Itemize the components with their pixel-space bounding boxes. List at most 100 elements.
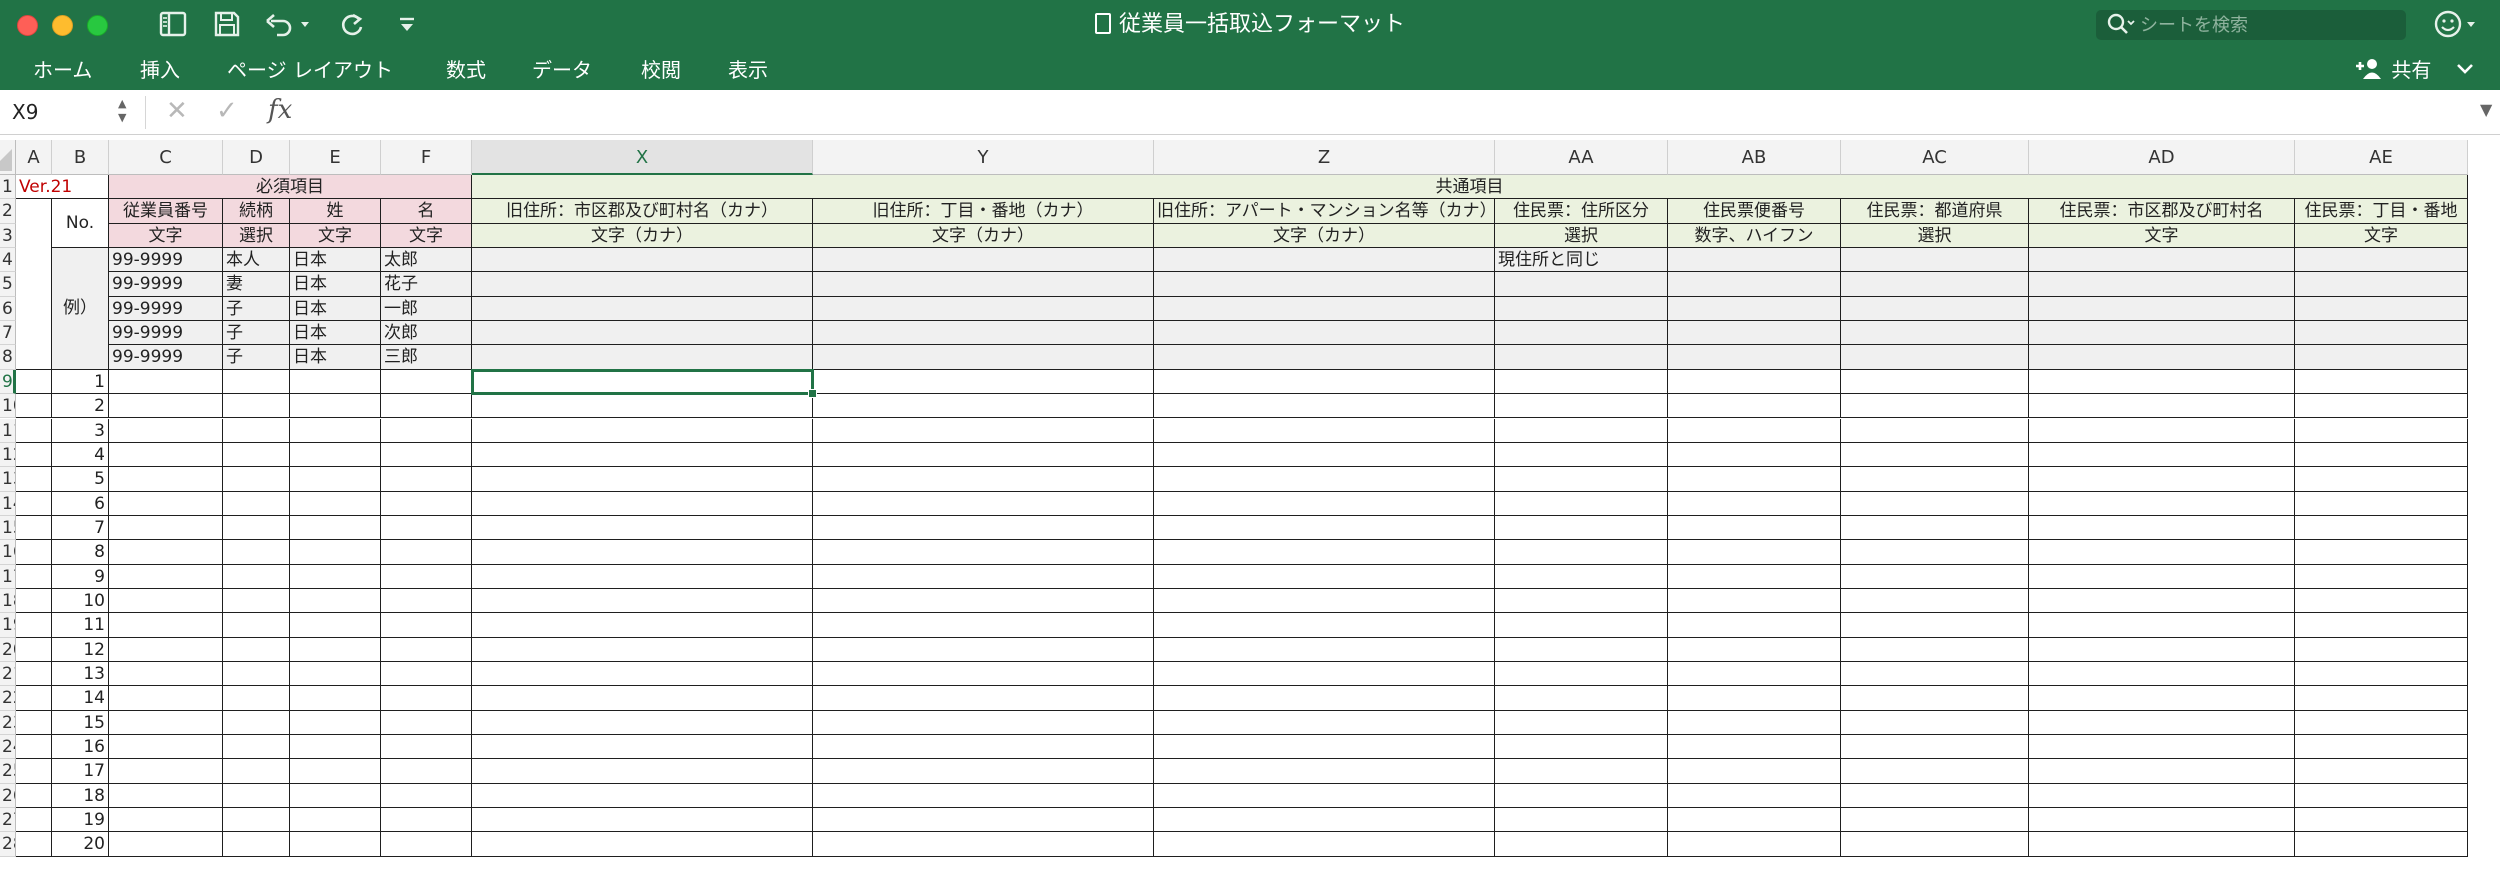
entry-cell[interactable]: [813, 418, 1154, 443]
entry-cell[interactable]: [1668, 783, 1841, 809]
entry-cell[interactable]: [109, 418, 223, 443]
version-label[interactable]: Ver.21: [16, 175, 109, 200]
example-cell[interactable]: [1841, 321, 2029, 346]
entry-cell[interactable]: [472, 540, 813, 565]
entry-cell[interactable]: [1668, 735, 1841, 760]
entry-cell[interactable]: [290, 735, 381, 760]
entry-cell[interactable]: [223, 491, 290, 516]
entry-cell[interactable]: [813, 759, 1154, 784]
entry-cell[interactable]: [1495, 710, 1668, 736]
field-type-e[interactable]: 文字: [290, 223, 381, 249]
entry-cell[interactable]: [2029, 540, 2295, 565]
entry-cell[interactable]: [472, 491, 813, 516]
entry-cell[interactable]: [1841, 540, 2029, 565]
column-header-aa[interactable]: AA: [1495, 140, 1668, 175]
search-box[interactable]: [2096, 10, 2406, 40]
tab-page-layout[interactable]: ページ レイアウト: [227, 56, 393, 84]
tab-view[interactable]: 表示: [728, 56, 768, 84]
example-cell[interactable]: 99-9999: [109, 321, 223, 346]
entry-cell[interactable]: [290, 564, 381, 589]
entry-cell-a[interactable]: [16, 540, 52, 565]
close-window-button[interactable]: [17, 15, 38, 36]
smiley-icon[interactable]: [2433, 8, 2479, 47]
entry-cell[interactable]: [1841, 637, 2029, 662]
entry-cell[interactable]: [223, 783, 290, 809]
entry-cell[interactable]: [1154, 613, 1495, 638]
entry-cell[interactable]: [813, 735, 1154, 760]
entry-cell[interactable]: [1495, 369, 1668, 395]
row-header-11[interactable]: 11: [0, 418, 16, 443]
entry-cell[interactable]: [1495, 394, 1668, 419]
zoom-window-button[interactable]: [87, 15, 108, 36]
entry-cell[interactable]: [1668, 394, 1841, 419]
redo-icon[interactable]: [338, 11, 368, 39]
entry-cell[interactable]: [1154, 588, 1495, 614]
entry-cell-a[interactable]: [16, 710, 52, 736]
example-cell[interactable]: [2029, 248, 2295, 273]
sidebar-icon[interactable]: [158, 11, 188, 39]
entry-cell[interactable]: [2295, 637, 2468, 662]
field-header-c[interactable]: 従業員番号: [109, 199, 223, 224]
entry-cell-a[interactable]: [16, 491, 52, 516]
entry-cell[interactable]: [813, 564, 1154, 589]
entry-cell[interactable]: [1668, 564, 1841, 589]
entry-cell[interactable]: [109, 613, 223, 638]
entry-cell[interactable]: [381, 369, 472, 395]
entry-number[interactable]: 18: [52, 783, 109, 809]
example-cell[interactable]: [1154, 296, 1495, 322]
example-cell[interactable]: [1841, 272, 2029, 297]
entry-cell[interactable]: [1154, 783, 1495, 809]
entry-cell[interactable]: [381, 662, 472, 687]
entry-cell[interactable]: [472, 442, 813, 468]
example-cell[interactable]: [813, 248, 1154, 273]
example-label[interactable]: 例）: [52, 248, 109, 370]
row-header-25[interactable]: 25: [0, 759, 16, 784]
row-header-26[interactable]: 26: [0, 783, 16, 809]
entry-cell[interactable]: [472, 394, 813, 419]
entry-cell[interactable]: [1154, 735, 1495, 760]
example-cell[interactable]: [472, 321, 813, 346]
row-header-9[interactable]: 9: [0, 369, 16, 395]
entry-cell[interactable]: [381, 442, 472, 468]
entry-cell[interactable]: [2029, 467, 2295, 492]
example-cell[interactable]: [813, 345, 1154, 370]
entry-cell[interactable]: [223, 369, 290, 395]
entry-cell[interactable]: [223, 808, 290, 833]
example-cell[interactable]: [472, 272, 813, 297]
entry-cell[interactable]: [472, 467, 813, 492]
example-cell[interactable]: 日本: [290, 248, 381, 273]
entry-cell[interactable]: [1841, 735, 2029, 760]
column-header-ab[interactable]: AB: [1668, 140, 1841, 175]
tab-review[interactable]: 校閲: [641, 56, 681, 84]
entry-cell[interactable]: [290, 491, 381, 516]
entry-cell[interactable]: [2029, 369, 2295, 395]
entry-cell[interactable]: [1668, 662, 1841, 687]
entry-cell[interactable]: [1841, 418, 2029, 443]
entry-cell[interactable]: [813, 588, 1154, 614]
column-header-c[interactable]: C: [109, 140, 223, 175]
entry-cell[interactable]: [1495, 832, 1668, 857]
entry-cell[interactable]: [472, 686, 813, 711]
column-header-b[interactable]: B: [52, 140, 109, 175]
entry-cell[interactable]: [109, 662, 223, 687]
example-cell[interactable]: 99-9999: [109, 272, 223, 297]
entry-cell[interactable]: [1154, 394, 1495, 419]
example-cell[interactable]: [2295, 321, 2468, 346]
entry-cell[interactable]: [223, 710, 290, 736]
example-cell[interactable]: [1668, 248, 1841, 273]
entry-cell[interactable]: [1668, 418, 1841, 443]
entry-cell[interactable]: [813, 369, 1154, 395]
entry-cell[interactable]: [223, 759, 290, 784]
column-header-d[interactable]: D: [223, 140, 290, 175]
field-type-ac[interactable]: 選択: [1841, 223, 2029, 249]
entry-cell[interactable]: [2029, 613, 2295, 638]
entry-cell[interactable]: [2295, 613, 2468, 638]
required-fields-header[interactable]: 必須項目: [109, 175, 472, 200]
entry-cell[interactable]: [1668, 710, 1841, 736]
entry-number[interactable]: 8: [52, 540, 109, 565]
entry-cell[interactable]: [1841, 759, 2029, 784]
entry-cell[interactable]: [290, 759, 381, 784]
name-box[interactable]: X9: [12, 99, 122, 125]
field-header-aa[interactable]: 住民票：住所区分: [1495, 199, 1668, 224]
entry-cell[interactable]: [1495, 491, 1668, 516]
